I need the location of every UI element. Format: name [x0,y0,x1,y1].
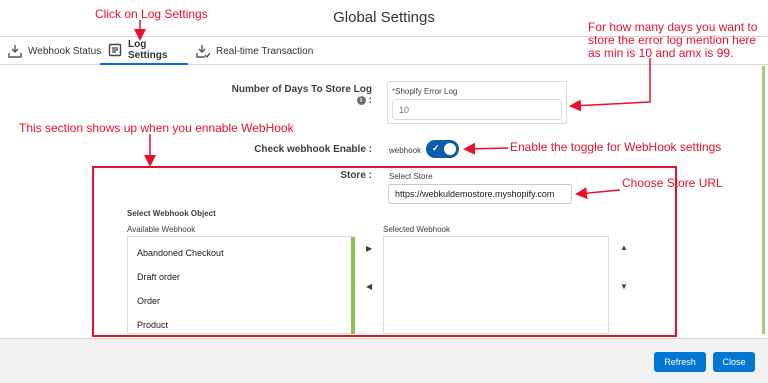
download-icon [8,44,22,58]
available-webhook-list[interactable]: Abandoned Checkout Draft order Order Pro… [127,236,353,334]
annotation-click-log-settings: Click on Log Settings [95,7,208,21]
document-icon [108,43,122,57]
days-to-store-input[interactable] [392,99,562,120]
webhook-object-title: Select Webhook Object [127,209,216,218]
annotation-toggle-note: Enable the toggle for WebHook settings [510,140,722,154]
days-to-store-label: Number of Days To Store Logi: [231,84,372,106]
annotation-section-note: This section shows up when you ennable W… [19,121,294,135]
move-left-icon[interactable]: ◀ [366,282,372,291]
store-url-input[interactable]: https://webkuldemostore.myshopify.com [388,184,572,204]
refresh-button[interactable]: Refresh [654,352,706,372]
list-item[interactable]: Abandoned Checkout [137,248,224,258]
toggle-knob [444,143,456,155]
annotation-store-note: Choose Store URL [622,176,723,190]
scroll-track-edge [762,66,765,334]
tab-log-settings[interactable]: Log Settings [100,37,188,65]
shopify-error-log-label: *Shopify Error Log [392,87,458,96]
tab-label: Webhook Status [28,45,102,57]
tab-bar: Webhook Status Log Settings Real-time Tr… [0,37,768,65]
tab-real-time-transaction[interactable]: Real-time Transaction [196,37,313,65]
download-check-icon [196,44,210,58]
tab-label: Real-time Transaction [216,45,314,57]
shopify-error-log-group: *Shopify Error Log [387,81,567,124]
select-store-label: Select Store [389,172,433,181]
store-label: Store : [340,170,372,181]
move-up-icon[interactable]: ▲ [620,243,628,252]
available-webhook-label: Available Webhook [127,225,196,234]
list-item[interactable]: Draft order [137,272,180,282]
list-item[interactable]: Order [137,296,160,306]
info-icon[interactable]: i [356,95,366,105]
selected-webhook-list[interactable] [383,236,609,334]
selected-webhook-label: Selected Webhook [383,225,451,234]
list-item[interactable]: Product [137,320,168,330]
tab-label: Log Settings [128,39,168,61]
modal-footer: Refresh Close [0,338,768,383]
webhook-toggle[interactable]: ✓ [426,140,459,158]
webhook-toggle-label: webhook [389,146,422,155]
move-right-icon[interactable]: ▶ [366,244,372,253]
close-button[interactable]: Close [713,352,755,372]
webhook-enable-label: Check webhook Enable : [254,144,372,155]
list-scroll-indicator [351,237,355,334]
check-icon: ✓ [432,143,440,153]
tab-webhook-status[interactable]: Webhook Status [8,37,101,65]
move-down-icon[interactable]: ▼ [620,282,628,291]
